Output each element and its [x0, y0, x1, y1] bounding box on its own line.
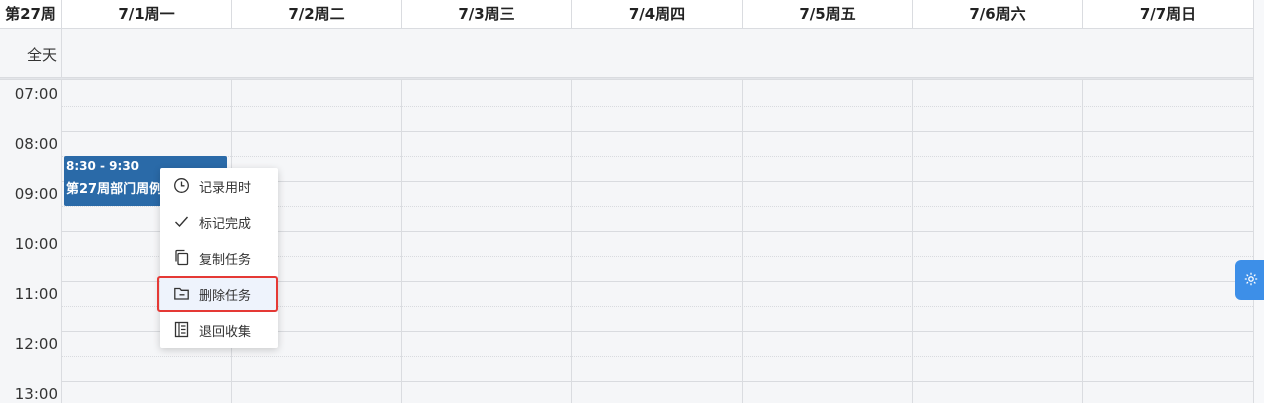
menu-item-copy-task[interactable]: 复制任务 [160, 240, 278, 276]
week-number: 第27周 [5, 5, 56, 23]
menu-item-label: 退回收集 [199, 325, 252, 340]
highlight-annotation-box [157, 276, 278, 312]
time-label-1000: 10:00 [14, 235, 58, 253]
time-label-1200: 12:00 [14, 335, 58, 353]
gear-icon [1244, 272, 1258, 286]
time-label-1300: 13:00 [14, 385, 58, 403]
settings-button[interactable] [1235, 260, 1264, 300]
menu-item-mark-complete[interactable]: 标记完成 [160, 204, 278, 240]
time-label-0700: 07:00 [14, 85, 58, 103]
scrollbar-track[interactable] [1253, 0, 1264, 403]
day-header-sat[interactable]: 7/6周六 [913, 0, 1082, 28]
day-header-tue[interactable]: 7/2周二 [232, 0, 401, 28]
day-header-thu[interactable]: 7/4周四 [572, 0, 742, 28]
menu-item-log-time[interactable]: 记录用时 [160, 168, 278, 204]
menu-item-label: 标记完成 [199, 217, 252, 232]
clock-icon [173, 177, 190, 194]
check-icon [173, 213, 190, 230]
half-hour-line [61, 106, 1253, 107]
menu-item-return-to-inbox[interactable]: 退回收集 [160, 312, 278, 348]
day-header-fri[interactable]: 7/5周五 [743, 0, 912, 28]
menu-item-label: 记录用时 [199, 181, 252, 196]
all-day-label: 全天 [26, 46, 57, 64]
day-header-mon[interactable]: 7/1周一 [62, 0, 231, 28]
day-header-wed[interactable]: 7/3周三 [402, 0, 571, 28]
time-label-0900: 09:00 [14, 185, 58, 203]
half-hour-line [61, 156, 1253, 157]
time-label-1100: 11:00 [14, 285, 58, 303]
hour-line [61, 381, 1253, 382]
context-menu: 记录用时 标记完成 复制任务 删除任务 退回收集 [160, 168, 278, 348]
day-header-sun[interactable]: 7/7周日 [1083, 0, 1253, 28]
all-day-row[interactable]: 全天 [0, 29, 1253, 77]
all-day-separator [0, 77, 1253, 80]
hour-line [61, 131, 1253, 132]
time-label-0800: 08:00 [14, 135, 58, 153]
menu-item-label: 复制任务 [199, 253, 252, 268]
half-hour-line [61, 356, 1253, 357]
copy-icon [173, 249, 190, 266]
week-header: 第27周 7/1周一 7/2周二 7/3周三 7/4周四 7/5周五 7/6周六… [0, 0, 1253, 29]
event-title: 第27周部门周例 [66, 182, 163, 197]
list-document-icon [173, 321, 190, 338]
event-time: 8:30 - 9:30 [66, 159, 140, 173]
